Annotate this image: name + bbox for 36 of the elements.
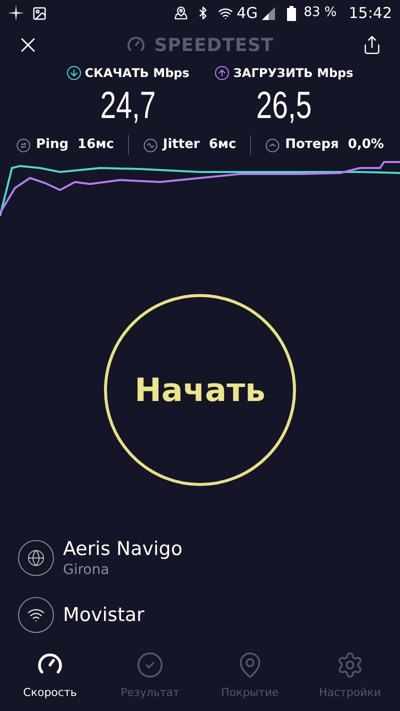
- ping-icon: [16, 138, 31, 152]
- jitter-icon: [142, 138, 158, 152]
- nav-tab[interactable]: Результат: [100, 651, 200, 702]
- settings-icon: [336, 651, 364, 679]
- globe-icon: [18, 540, 54, 576]
- wifi-icon: [18, 597, 54, 633]
- result-label: СКАЧАТЬ Mbps: [84, 65, 190, 82]
- stat-value: 0,0%: [348, 136, 384, 154]
- battery-level: 83 %: [304, 4, 337, 22]
- network-type: 4G: [236, 2, 258, 24]
- app-title: SPEEDTEST: [154, 34, 274, 58]
- server-name: Aeris Navigo: [63, 538, 182, 562]
- result-value: 26,5: [256, 84, 312, 129]
- battery-icon: [286, 6, 296, 20]
- sparkle-icon: [8, 5, 24, 21]
- stat-label: Ping: [36, 136, 69, 154]
- loss-icon: [265, 138, 280, 152]
- provider-name: Movistar: [63, 602, 144, 628]
- result-label: ЗАГРУЗИТЬ Mbps: [233, 65, 354, 82]
- clock: 15:42: [348, 2, 392, 24]
- share-icon: [362, 35, 382, 55]
- stat-label: Потеря: [285, 136, 339, 154]
- wifi-icon: [218, 6, 233, 20]
- check-circle-icon: [136, 651, 164, 679]
- nav-tab[interactable]: Настройки: [300, 651, 400, 702]
- nav-tab[interactable]: Скорость: [0, 651, 100, 702]
- nav-tab[interactable]: Покрытие: [200, 651, 300, 702]
- image-icon: [32, 6, 47, 20]
- stat-value: 16мс: [78, 136, 114, 154]
- stat-label: Jitter: [162, 136, 200, 154]
- signal-icon: [262, 6, 275, 20]
- result-value: 24,7: [100, 84, 156, 129]
- location-icon: [174, 6, 188, 20]
- stat-value: 6мс: [208, 136, 236, 154]
- server-location: Girona: [63, 562, 110, 579]
- start-button[interactable]: Начать: [104, 294, 296, 486]
